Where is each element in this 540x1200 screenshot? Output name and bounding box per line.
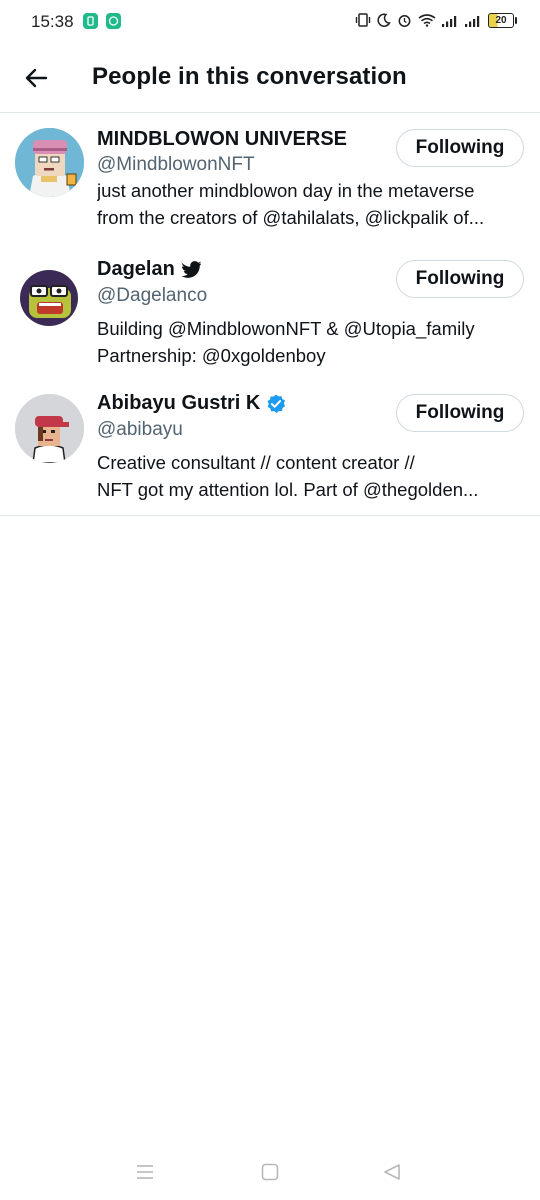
bird-icon [180, 261, 201, 278]
bio-line: just another mindblowon day in the metav… [97, 180, 475, 201]
username-handle: @MindblowonNFT [97, 154, 255, 175]
list-item[interactable]: Dagelan @Dagelanco Building @MindblowonN… [0, 245, 540, 379]
back-triangle-icon[interactable] [383, 1163, 401, 1181]
moon-icon [377, 13, 391, 27]
alarm-icon [398, 14, 411, 27]
bio-line: Creative consultant // content creator /… [97, 452, 415, 473]
top-app-bar: People in this conversation [0, 46, 540, 113]
avatar[interactable] [15, 260, 84, 329]
bio-line: Partnership: @0xgoldenboy [97, 345, 326, 366]
display-name[interactable]: Dagelan [97, 258, 175, 281]
bio-line: from the creators of @tahilalats, @lickp… [97, 207, 485, 228]
username-handle: @abibayu [97, 419, 183, 440]
status-bar: 15:38 20 [0, 0, 540, 46]
status-time: 15:38 [31, 12, 74, 31]
following-button[interactable]: Following [396, 260, 524, 298]
people-list: MINDBLOWON UNIVERSE @MindblowonNFT just … [0, 113, 540, 516]
menu-icon[interactable] [136, 1163, 154, 1181]
vibrate-icon [355, 13, 371, 27]
home-square-icon[interactable] [261, 1163, 279, 1181]
signal-icon-2 [465, 15, 480, 27]
user-bio: Creative consultant // content creator /… [97, 449, 527, 503]
avatar[interactable] [15, 394, 84, 463]
avatar-image [15, 394, 84, 463]
bio-line: NFT got my attention lol. Part of @thego… [97, 479, 479, 500]
back-button[interactable] [16, 60, 56, 96]
wifi-icon [418, 14, 436, 27]
page-title: People in this conversation [92, 63, 407, 90]
user-bio: just another mindblowon day in the metav… [97, 177, 527, 231]
list-item[interactable]: MINDBLOWON UNIVERSE @MindblowonNFT just … [0, 113, 540, 245]
avatar-image [15, 128, 84, 197]
chat-notification-icon [106, 13, 121, 29]
avatar[interactable] [15, 128, 84, 197]
avatar-image [15, 260, 84, 329]
system-navigation-bar [0, 1150, 540, 1200]
list-item[interactable]: Abibayu Gustri K @abibayu Creative consu… [0, 379, 540, 515]
verified-icon [267, 393, 286, 413]
following-button[interactable]: Following [396, 129, 524, 167]
display-name[interactable]: Abibayu Gustri K [97, 392, 260, 415]
battery-icon: 20 [488, 12, 517, 28]
arrow-left-icon [25, 68, 48, 88]
display-name[interactable]: MINDBLOWON UNIVERSE [97, 128, 347, 151]
username-handle: @Dagelanco [97, 285, 208, 306]
bio-line: Building @MindblowonNFT & @Utopia_family [97, 318, 475, 339]
signal-icon [442, 15, 457, 27]
notification-app-icon [83, 13, 98, 29]
user-bio: Building @MindblowonNFT & @Utopia_family… [97, 315, 527, 369]
following-button[interactable]: Following [396, 394, 524, 432]
